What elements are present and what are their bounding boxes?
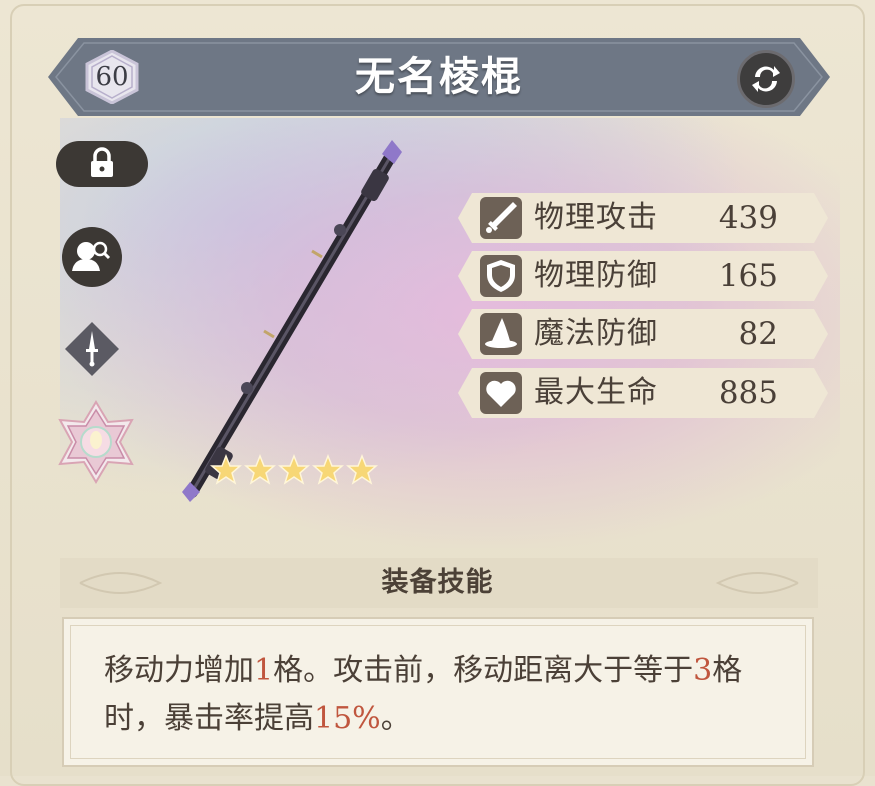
level-value: 60 bbox=[95, 62, 129, 92]
skill-highlight: 1 bbox=[254, 653, 274, 688]
dagger-icon bbox=[65, 322, 119, 376]
rarity-stars bbox=[210, 453, 378, 486]
swap-button[interactable] bbox=[737, 50, 795, 108]
star-icon bbox=[244, 453, 276, 486]
stat-label: 最大生命 bbox=[534, 375, 658, 410]
heart-icon bbox=[480, 372, 522, 414]
star-icon bbox=[346, 453, 378, 486]
skill-title: 装备技能 bbox=[381, 567, 494, 598]
skill-text-part: 格。攻击前，移动距离大于等于 bbox=[273, 653, 694, 688]
stat-value: 165 bbox=[718, 258, 778, 294]
lock-button[interactable] bbox=[56, 141, 148, 187]
skill-text-part: 。 bbox=[380, 701, 411, 736]
stat-row: 物理防御 165 bbox=[458, 251, 828, 301]
stat-row: 最大生命 885 bbox=[458, 368, 828, 418]
character-view-button[interactable] bbox=[62, 227, 122, 287]
stat-value: 439 bbox=[718, 200, 778, 236]
skill-highlight: 15% bbox=[314, 701, 381, 736]
skill-description-box: 移动力增加1格。攻击前，移动距离大于等于3格时，暴击率提高15%。 bbox=[62, 617, 814, 767]
stat-value: 82 bbox=[738, 316, 778, 352]
shield-icon bbox=[480, 255, 522, 297]
stat-row: 魔法防御 82 bbox=[458, 309, 828, 359]
lock-icon bbox=[91, 147, 113, 177]
weapon-type-button[interactable] bbox=[64, 321, 120, 377]
skill-description: 移动力增加1格。攻击前，移动距离大于等于3格时，暴击率提高15%。 bbox=[104, 647, 784, 743]
star-icon bbox=[312, 453, 344, 486]
skill-text-part: 移动力增加 bbox=[104, 653, 254, 688]
star-icon bbox=[278, 453, 310, 486]
lotus-emblem-icon bbox=[58, 400, 134, 484]
skill-highlight: 3 bbox=[693, 653, 713, 688]
character-search-icon bbox=[72, 241, 111, 271]
wizard-hat-icon bbox=[480, 313, 522, 355]
stat-label: 魔法防御 bbox=[534, 316, 658, 351]
stat-value: 885 bbox=[718, 375, 778, 411]
swap-icon bbox=[752, 66, 780, 92]
stat-label: 物理攻击 bbox=[534, 200, 658, 235]
stat-label: 物理防御 bbox=[534, 258, 658, 293]
item-name: 无名棱棍 bbox=[355, 53, 523, 100]
element-badge[interactable] bbox=[52, 398, 140, 486]
star-icon bbox=[210, 453, 242, 486]
sword-icon bbox=[480, 197, 522, 239]
stat-row: 物理攻击 439 bbox=[458, 193, 828, 243]
